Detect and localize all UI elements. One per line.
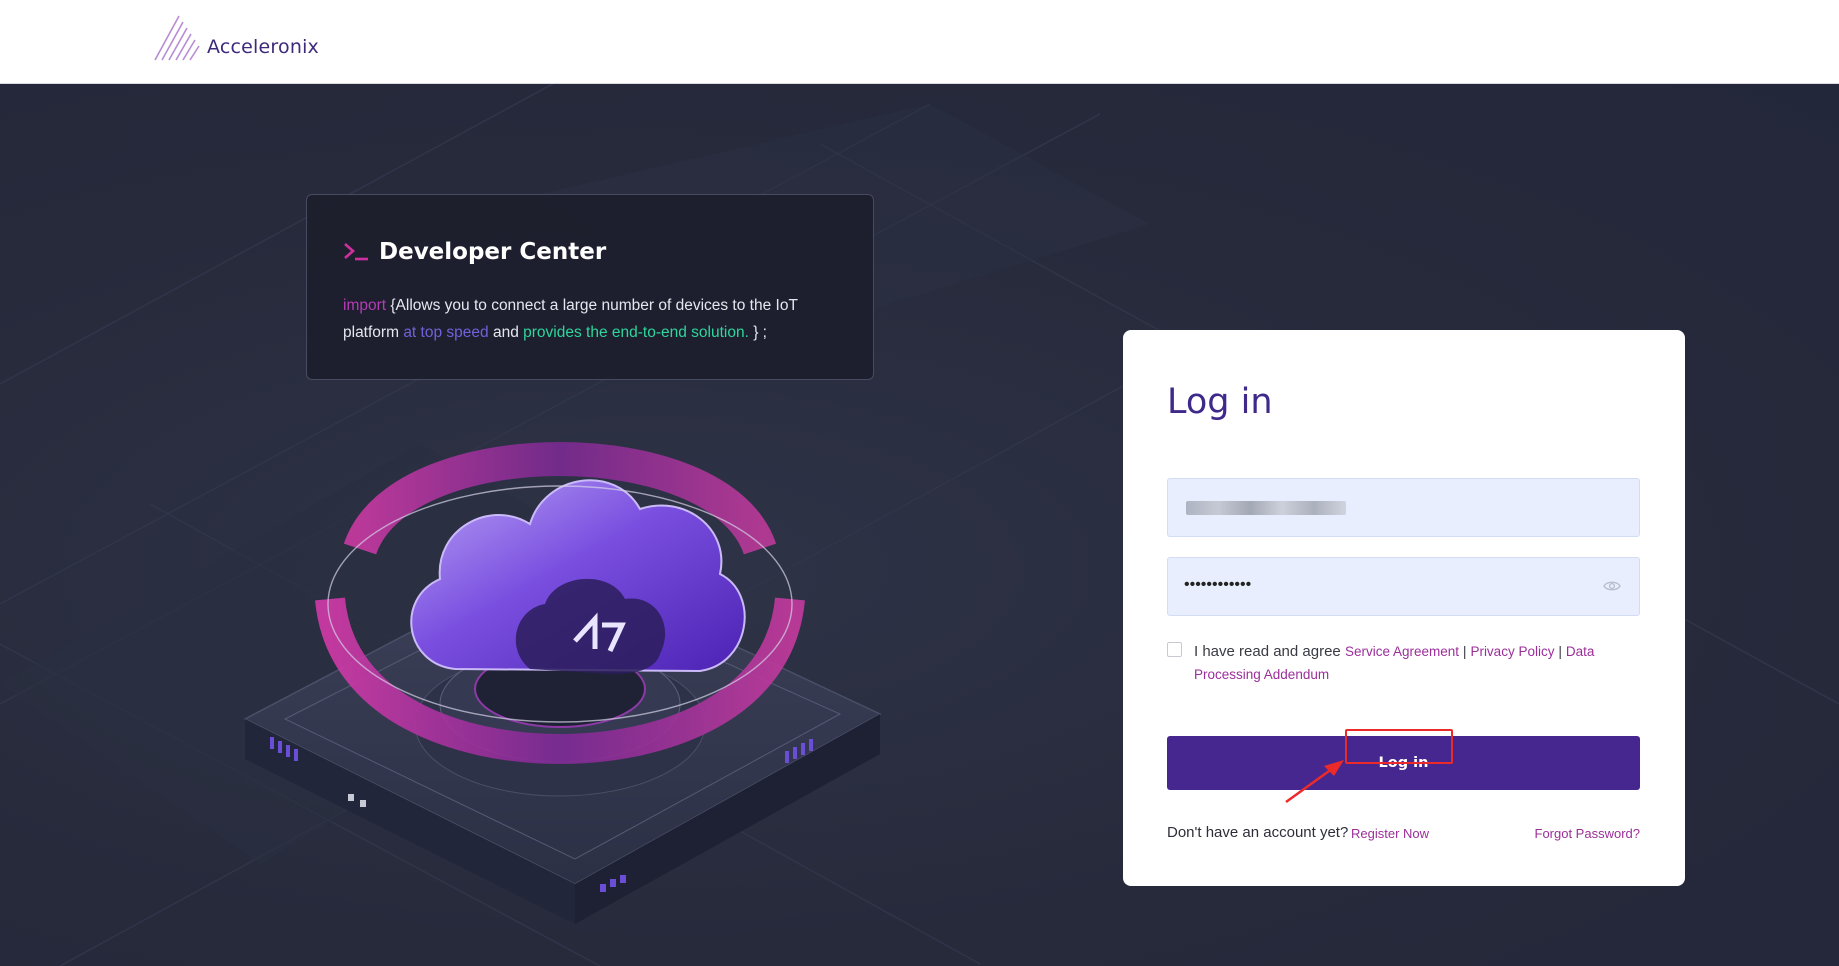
agreement-prefix: I have read and agree	[1194, 643, 1345, 660]
developer-center-description: import {Allows you to connect a large nu…	[343, 292, 843, 346]
brand-logo[interactable]: Acceleronix	[153, 14, 319, 62]
brand-name: Acceleronix	[207, 36, 319, 58]
logo-stripes-icon	[154, 15, 200, 61]
code-text-solution: provides the end-to-end solution.	[523, 324, 749, 341]
register-now-link[interactable]: Register Now	[1351, 826, 1429, 841]
separator-2: |	[1554, 643, 1566, 659]
hero-background: Developer Center import {Allows you to c…	[0, 84, 1839, 966]
code-text-and: and	[488, 324, 524, 341]
developer-center-card: Developer Center import {Allows you to c…	[306, 194, 874, 380]
terminal-prompt-icon	[344, 243, 368, 261]
agreement-checkbox[interactable]	[1167, 642, 1182, 657]
register-highlight-box	[1345, 729, 1453, 764]
login-card: Log in I have read and agree Service Agr…	[1123, 330, 1685, 886]
service-agreement-link[interactable]: Service Agreement	[1345, 644, 1459, 659]
agreement-text: I have read and agree Service Agreement …	[1194, 640, 1637, 686]
code-keyword: import	[343, 297, 387, 314]
top-header: Acceleronix	[0, 0, 1839, 84]
code-text-close: } ;	[748, 324, 767, 341]
developer-center-heading: Developer Center	[343, 239, 606, 265]
separator-1: |	[1459, 643, 1471, 659]
username-field[interactable]	[1167, 478, 1640, 537]
password-input[interactable]	[1184, 576, 1564, 594]
iot-cloud-illustration	[243, 441, 882, 924]
code-text-speed: at top speed	[403, 324, 489, 341]
username-redacted-value	[1186, 501, 1346, 515]
no-account-text: Don't have an account yet?	[1167, 824, 1349, 841]
agreement-row: I have read and agree Service Agreement …	[1167, 640, 1637, 686]
forgot-password-link[interactable]: Forgot Password?	[1535, 826, 1641, 841]
developer-center-title: Developer Center	[379, 239, 607, 265]
login-footer-row: Don't have an account yet? Register Now …	[1167, 820, 1640, 846]
password-field[interactable]	[1167, 557, 1640, 616]
annotation-arrow-icon	[1285, 760, 1344, 804]
eye-icon[interactable]	[1603, 579, 1621, 593]
login-title: Log in	[1167, 382, 1273, 422]
privacy-policy-link[interactable]: Privacy Policy	[1470, 644, 1554, 659]
